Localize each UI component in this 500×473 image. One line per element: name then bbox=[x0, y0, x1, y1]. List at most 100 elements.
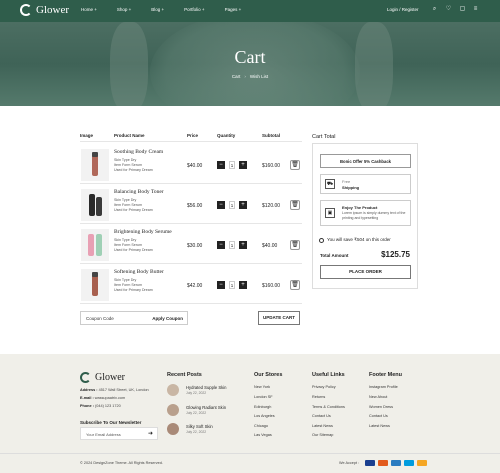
col-product: Product Name bbox=[114, 133, 145, 138]
store-link[interactable]: Las Vegas bbox=[254, 433, 272, 437]
store-link[interactable]: London SF bbox=[254, 395, 273, 399]
product-subtotal: $160.00 bbox=[262, 283, 281, 289]
nav-pages[interactable]: Pages + bbox=[225, 7, 242, 12]
coupon-input[interactable]: Coupon Code bbox=[86, 316, 114, 321]
search-icon[interactable]: ⌕ bbox=[431, 6, 438, 13]
cart-row: Softening Body Butter Skin Type Dry Item… bbox=[80, 266, 302, 304]
bag-icon[interactable]: ▢ bbox=[459, 6, 466, 13]
nav-home[interactable]: Home + bbox=[81, 7, 97, 12]
store-link[interactable]: Chicago bbox=[254, 424, 268, 428]
decrease-button[interactable]: − bbox=[217, 281, 225, 289]
product-image[interactable] bbox=[81, 229, 109, 261]
trash-icon[interactable]: 🗑 bbox=[290, 200, 300, 210]
quantity-value[interactable]: 1 bbox=[229, 241, 235, 249]
recent-posts-title: Recent Posts bbox=[167, 372, 202, 378]
cart-row: Balancing Body Toner Skin Type Dry Item … bbox=[80, 186, 302, 224]
apply-coupon-button[interactable]: Apply Coupon bbox=[152, 316, 183, 321]
increase-button[interactable]: + bbox=[239, 161, 247, 169]
footer-logo[interactable]: Glower bbox=[80, 372, 125, 383]
login-link[interactable]: Login / Register bbox=[387, 7, 419, 12]
box-icon: ▣ bbox=[325, 208, 335, 218]
footer-menu-link[interactable]: Contact Us bbox=[369, 414, 388, 418]
useful-link[interactable]: Contact Us bbox=[312, 414, 331, 418]
product-price: $42.00 bbox=[187, 283, 203, 289]
product-image[interactable] bbox=[81, 269, 109, 301]
useful-link[interactable]: Our Sitemap bbox=[312, 433, 333, 437]
decrease-button[interactable]: − bbox=[217, 241, 225, 249]
post-thumbnail[interactable] bbox=[167, 423, 179, 435]
cart-row: Brightening Body Serume Skin Type Dry It… bbox=[80, 226, 302, 264]
page-hero: Cart Cart › Wish List bbox=[0, 22, 500, 106]
product-name[interactable]: Soothing Body Cream bbox=[114, 149, 163, 155]
place-order-button[interactable]: PLACE ORDER bbox=[320, 265, 411, 279]
store-link[interactable]: New York bbox=[254, 385, 270, 389]
crumb-wishlist[interactable]: Wish List bbox=[250, 74, 268, 79]
newsletter-input[interactable]: Your Email Address ➜ bbox=[80, 427, 158, 440]
post-date: July 22, 2022 bbox=[186, 391, 207, 395]
email-value[interactable]: wassupaatrix.com bbox=[95, 396, 125, 400]
newsletter-placeholder: Your Email Address bbox=[86, 432, 121, 437]
trash-icon[interactable]: 🗑 bbox=[290, 280, 300, 290]
footer-brand: Glower bbox=[95, 372, 125, 383]
product-form: Item Form Serum bbox=[114, 243, 142, 247]
post-thumbnail[interactable] bbox=[167, 404, 179, 416]
product-image[interactable] bbox=[81, 149, 109, 181]
post-title[interactable]: Glowing Radiant Skin bbox=[186, 405, 226, 410]
product-image[interactable] bbox=[81, 189, 109, 221]
quantity-stepper: −1 + bbox=[217, 281, 247, 289]
footer-menu-link[interactable]: Instagram Profile bbox=[369, 385, 398, 389]
brand-logo[interactable]: Glower bbox=[20, 4, 69, 16]
quantity-value[interactable]: 1 bbox=[229, 281, 235, 289]
increase-button[interactable]: + bbox=[239, 201, 247, 209]
product-form: Item Form Serum bbox=[114, 283, 142, 287]
footer-menu-link[interactable]: Women Dress bbox=[369, 405, 393, 409]
phone-label: Phone : bbox=[80, 404, 94, 408]
footer-email: E-mail : wassupaatrix.com bbox=[80, 396, 125, 400]
product-name[interactable]: Softening Body Butter bbox=[114, 269, 164, 275]
cashback-offer[interactable]: Bonic Offer 5% Cashback bbox=[320, 154, 411, 168]
useful-link[interactable]: Returns bbox=[312, 395, 325, 399]
post-title[interactable]: Hydrated Supple Skin bbox=[186, 385, 227, 390]
update-cart-button[interactable]: UPDATE CART bbox=[258, 311, 300, 325]
address-label: Address : bbox=[80, 388, 98, 392]
product-name[interactable]: Brightening Body Serume bbox=[114, 229, 172, 235]
increase-button[interactable]: + bbox=[239, 241, 247, 249]
footer-menu-link[interactable]: New Ahout bbox=[369, 395, 387, 399]
box-shape bbox=[96, 197, 102, 216]
product-name[interactable]: Balancing Body Toner bbox=[114, 189, 164, 195]
arrow-right-icon[interactable]: ➜ bbox=[148, 430, 153, 437]
phone-value[interactable]: (044) 123 1720 bbox=[95, 404, 121, 408]
decrease-button[interactable]: − bbox=[217, 201, 225, 209]
product-price: $40.00 bbox=[187, 163, 203, 169]
store-link[interactable]: Los Angeles bbox=[254, 414, 275, 418]
trash-icon[interactable]: 🗑 bbox=[290, 160, 300, 170]
useful-link[interactable]: Privacy Policy bbox=[312, 385, 336, 389]
email-label: E-mail : bbox=[80, 396, 94, 400]
post-thumbnail[interactable] bbox=[167, 384, 179, 396]
crumb-cart[interactable]: Cart bbox=[232, 74, 241, 79]
trash-icon[interactable]: 🗑 bbox=[290, 240, 300, 250]
cart-total-panel: Bonic Offer 5% Cashback ⛟ Free Shipping … bbox=[312, 143, 418, 289]
heart-icon[interactable]: ♡ bbox=[445, 6, 452, 13]
decrease-button[interactable]: − bbox=[217, 161, 225, 169]
quantity-value[interactable]: 1 bbox=[229, 161, 235, 169]
product-use: Used for Primary Dream bbox=[114, 248, 153, 252]
increase-button[interactable]: + bbox=[239, 281, 247, 289]
useful-links-title: Useful Links bbox=[312, 372, 345, 378]
nav-portfolio[interactable]: Portfolio + bbox=[184, 7, 204, 12]
main-nav: Home + Shop + Blog + Portfolio + Pages + bbox=[81, 7, 261, 12]
copyright-bar: © 2024 DesignZone Theme. All Rights Rese… bbox=[0, 453, 500, 473]
menu-icon[interactable]: ≡ bbox=[472, 6, 479, 13]
nav-blog[interactable]: Blog + bbox=[151, 7, 164, 12]
useful-link[interactable]: Latest News bbox=[312, 424, 333, 428]
coupon-field[interactable]: Coupon Code Apply Coupon bbox=[80, 311, 188, 325]
useful-link[interactable]: Terms & Conditions bbox=[312, 405, 345, 409]
quantity-value[interactable]: 1 bbox=[229, 201, 235, 209]
store-link[interactable]: Edinburgh bbox=[254, 405, 271, 409]
quantity-stepper: −1 + bbox=[217, 161, 247, 169]
bottle-shape bbox=[92, 154, 98, 176]
post-title[interactable]: Silky Soft Skin bbox=[186, 424, 213, 429]
footer-menu-link[interactable]: Latest News bbox=[369, 424, 390, 428]
nav-shop[interactable]: Shop + bbox=[117, 7, 131, 12]
cart-total-title: Cart Total bbox=[312, 134, 336, 140]
